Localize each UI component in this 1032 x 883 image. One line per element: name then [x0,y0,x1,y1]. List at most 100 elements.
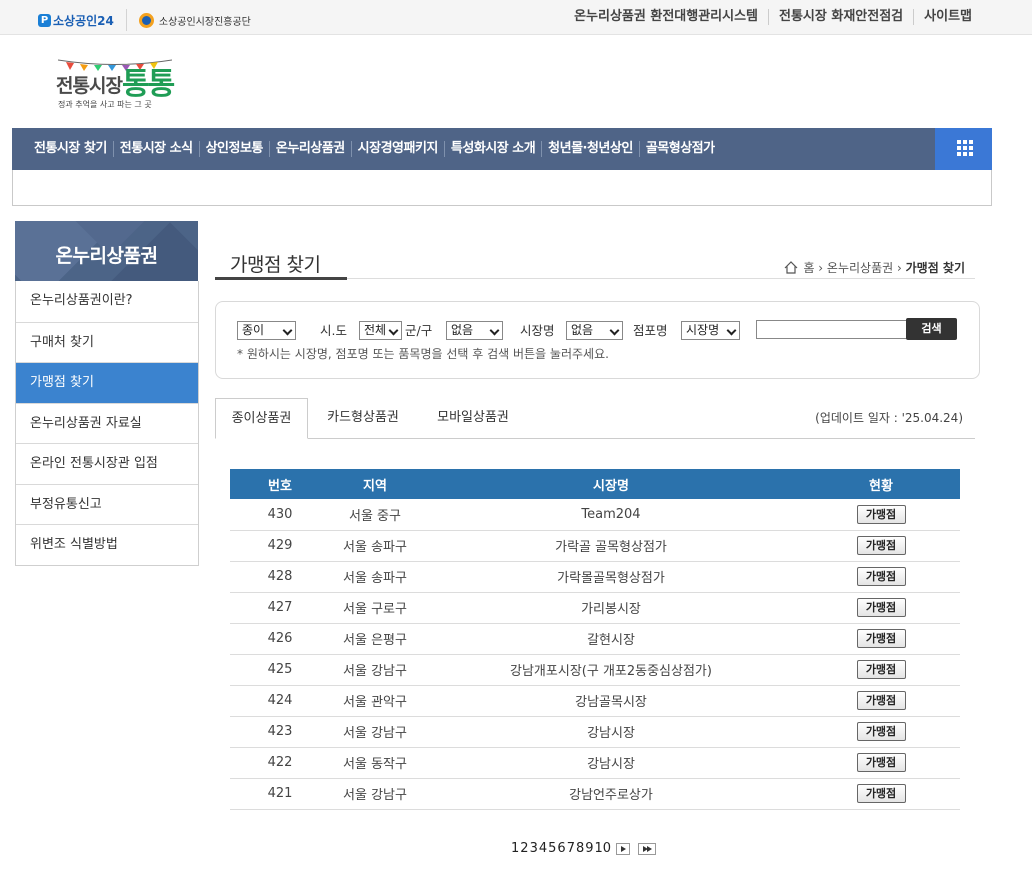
cell-no: 427 [230,592,330,624]
home-icon [785,261,798,274]
cell-market: 강남개포시장(구 개포2동중심상점가) [420,654,802,686]
site-logo[interactable]: 전통시장 통통 정과 추억을 사고 파는 그 곳 [56,55,175,113]
merchant-list-button[interactable]: 가맹점 [856,504,906,524]
market-select[interactable]: 없음 [566,321,623,340]
table-row: 425 서울 강남구 강남개포시장(구 개포2동중심상점가) 가맹점 [230,654,960,686]
tab-mobile-voucher[interactable]: 모바일상품권 [423,398,523,439]
merchant-list-button[interactable]: 가맹점 [856,567,906,586]
gungu-select[interactable]: 없음 [446,321,503,340]
breadcrumb-onnuri[interactable]: 온누리상품권 [827,259,893,276]
all-menu-button[interactable] [935,128,992,170]
search-button[interactable]: 검색 [906,318,957,340]
page-link[interactable]: 6 [557,841,565,856]
sidebar-item-purchase-place[interactable]: 구매처 찾기 [16,321,198,363]
keyword-input[interactable] [756,320,908,339]
link-fire-safety[interactable]: 전통시장 화재안전점검 [768,9,913,25]
tab-paper-voucher[interactable]: 종이상품권 [215,398,308,439]
table-row: 421 서울 강남구 강남언주로상가 가맹점 [230,778,960,810]
page-link[interactable]: 7 [567,841,575,856]
sidebar-item-archive[interactable]: 온누리상품권 자료실 [16,402,198,444]
gnb-item-merchant-info[interactable]: 상인정보통 [198,141,269,157]
cell-market: Team204 [420,499,802,531]
sbiz24-logo[interactable]: P 소상공인24 [38,12,114,29]
column-header-region: 지역 [330,469,420,499]
merchant-list-button[interactable]: 가맹점 [856,660,906,679]
sidebar-item-merchant-search[interactable]: 가맹점 찾기 [16,362,198,403]
cell-status: 가맹점 [802,716,960,748]
sidebar-item-counterfeit[interactable]: 위변조 식별방법 [16,524,198,565]
semas-logo[interactable]: 소상공인시장진흥공단 [138,12,251,28]
next-page-icon[interactable] [616,842,631,855]
sub-navigation-bar [12,170,992,206]
column-header-market: 시장명 [420,469,802,499]
table-row: 428 서울 송파구 가락몰골목형상점가 가맹점 [230,561,960,593]
merchant-list-button[interactable]: 가맹점 [856,753,906,772]
cell-market: 강남시장 [420,716,802,748]
page-link[interactable]: 3 [530,841,538,856]
sido-select[interactable]: 전체 [359,321,402,340]
title-underline [215,277,347,280]
gnb-item-youth-mall[interactable]: 청년몰·청년상인 [541,141,639,157]
gnb-item-market-news[interactable]: 전통시장 소식 [112,141,199,157]
cell-status: 가맹점 [802,623,960,655]
merchant-list-button[interactable]: 가맹점 [856,691,906,710]
cell-region: 서울 강남구 [330,716,420,748]
sidebar-menu: 온누리상품권이란? 구매처 찾기 가맹점 찾기 온누리상품권 자료실 온라인 전… [15,281,199,566]
sidebar-title-text: 온누리상품권 [55,245,158,267]
page-link[interactable]: 8 [576,841,584,856]
merchant-list-button[interactable]: 가맹점 [856,598,906,617]
cell-region: 서울 동작구 [330,747,420,779]
cell-no: 424 [230,685,330,717]
page-link[interactable]: 4 [539,841,547,856]
gnb-item-onnuri[interactable]: 온누리상품권 [268,141,351,157]
gungu-label: 군/구 [405,323,433,338]
page-link[interactable]: 1 [511,841,519,856]
gnb-item-management-package[interactable]: 시장경영패키지 [350,141,444,157]
cell-no: 429 [230,530,330,562]
page-link[interactable]: 9 [585,841,593,856]
table-row: 426 서울 은평구 갈현시장 가맹점 [230,623,960,655]
page-link[interactable]: 2 [520,841,528,856]
page-link[interactable]: 10 [595,841,612,856]
cell-no: 422 [230,747,330,779]
gnb-item-market-search[interactable]: 전통시장 찾기 [30,141,113,157]
breadcrumb: 홈 › 온누리상품권 › 가맹점 찾기 [784,259,965,276]
merchant-list-button[interactable]: 가맹점 [856,784,906,803]
cell-region: 서울 송파구 [330,530,420,562]
divider [125,9,127,31]
column-header-no: 번호 [230,469,330,499]
cell-market: 가락몰골목형상점가 [420,561,802,593]
sidebar-item-about[interactable]: 온누리상품권이란? [16,281,198,322]
market-label: 시장명 [520,323,555,338]
table-header-row: 번호 지역 시장명 현황 [230,469,960,499]
chevron-right-icon: › [814,260,827,275]
page-link[interactable]: 5 [548,841,556,856]
cell-region: 서울 중구 [330,499,420,531]
table-row: 430 서울 중구 Team204 가맹점 [230,499,960,531]
cell-region: 서울 구로구 [330,592,420,624]
gnb-item-specialized-market[interactable]: 특성화시장 소개 [443,141,541,157]
link-exchange-system[interactable]: 온누리상품권 환전대행관리시스템 [564,9,768,25]
cell-no: 425 [230,654,330,686]
sbiz24-logo-text: 소상공인24 [53,13,114,28]
sidebar-item-report[interactable]: 부정유통신고 [16,483,198,525]
breadcrumb-home[interactable]: 홈 [803,259,814,276]
table-row: 427 서울 구로구 가리봉시장 가맹점 [230,592,960,624]
sidebar-item-online-store[interactable]: 온라인 전통시장관 입점 [16,443,198,484]
voucher-type-select[interactable]: 종이 [237,321,296,340]
tab-card-voucher[interactable]: 카드형상품권 [315,398,411,439]
merchant-table: 번호 지역 시장명 현황 430 서울 중구 Team204 가맹점 429 서울 송파구… [230,469,960,810]
link-sitemap[interactable]: 사이트맵 [913,9,982,25]
last-page-icon[interactable] [638,842,657,855]
gnb-item-alley-shops[interactable]: 골목형상점가 [638,141,721,157]
cell-region: 서울 은평구 [330,623,420,655]
store-search-type-select[interactable]: 시장명 [681,321,740,340]
cell-market: 가리봉시장 [420,592,802,624]
merchant-list-button[interactable]: 가맹점 [856,629,906,648]
cell-region: 서울 강남구 [330,778,420,810]
merchant-list-button[interactable]: 가맹점 [856,536,906,555]
merchant-list-button[interactable]: 가맹점 [856,722,906,741]
cell-market: 갈현시장 [420,623,802,655]
sido-label: 시.도 [320,323,347,338]
search-hint: * 원하시는 시장명, 점포명 또는 품목명을 선택 후 검색 버튼을 눌러주세… [237,347,609,361]
